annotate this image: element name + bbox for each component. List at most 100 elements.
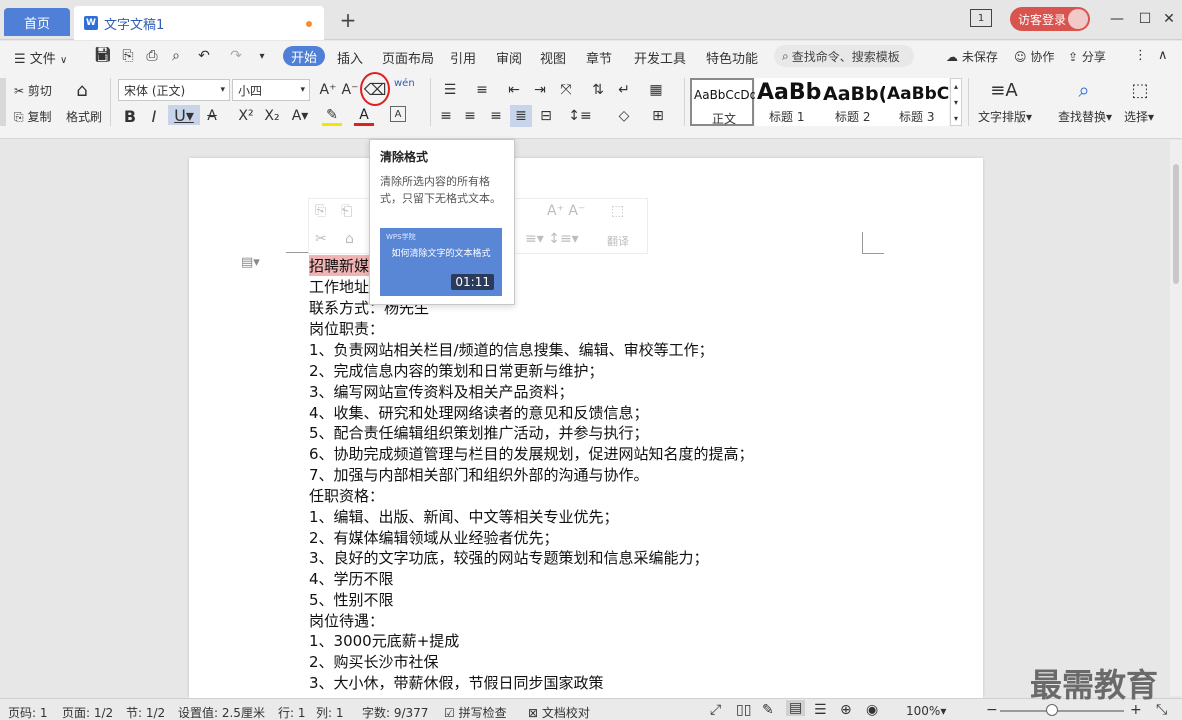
style-heading-1[interactable]: AaBb 标题 1 [755,78,821,126]
cut-button[interactable]: ✂ 剪切 [14,82,52,99]
status-section[interactable]: 节: 1/2 [126,704,165,720]
redo-icon[interactable]: ↷ [226,46,246,66]
web-view-icon[interactable]: ⊕ [840,702,852,718]
italic-icon[interactable]: I [144,106,164,126]
ribbon-scroll-left[interactable] [0,78,6,126]
new-tab-button[interactable]: + [336,8,360,32]
status-setting[interactable]: 设置值: 2.5厘米 [178,704,265,720]
doc-line[interactable]: 3、大小休，带薪休假，节假日同步国家政策 [309,672,604,693]
doc-line[interactable]: 3、编写网站宣传资料及相关产品资料； [309,381,574,402]
status-pages[interactable]: 页面: 1/2 [62,704,113,720]
font-name-select[interactable]: 宋体 (正文) ▾ [118,79,230,101]
tab-developer[interactable]: 开发工具 [634,48,686,67]
more-icon[interactable]: ⋮ [1134,48,1147,66]
sort-icon[interactable]: ⇅ [588,80,608,100]
text-layout-button[interactable]: 文字排版▾ [978,108,1032,125]
zoom-level[interactable]: 100%▾ [906,704,946,718]
increase-indent-icon[interactable]: ⇥ [530,80,550,100]
align-left-icon[interactable]: ≡ [436,106,456,126]
select-icon[interactable]: ⬚ [1130,80,1150,101]
align-icon[interactable]: ≡▾ ↕≡▾ [525,231,579,247]
tutorial-video-thumbnail[interactable]: WPS学院 如何清除文字的文本格式 01:11 [380,228,502,296]
copy-button[interactable]: ⎘ 复制 [14,108,51,125]
bullet-list-icon[interactable]: ☰ [440,80,460,100]
undo-icon[interactable]: ↶ [194,46,214,66]
tab-home[interactable]: 首页 [4,8,70,36]
command-search[interactable]: ⌕ 查找命令、搜索模板 [774,45,914,67]
decrease-font-icon[interactable]: A⁻ [340,80,360,100]
doc-line[interactable]: 招聘新媒 [309,255,370,276]
status-col[interactable]: 列: 1 [316,704,344,720]
increase-font-icon[interactable]: A⁺ A⁻ [547,203,585,219]
doc-line[interactable]: 2、购买长沙市社保 [309,651,439,672]
paragraph-menu-icon[interactable]: ▤▾ [241,255,260,270]
select-button[interactable]: 选择▾ [1124,108,1154,125]
tab-page-layout[interactable]: 页面布局 [382,48,434,67]
fullscreen-icon[interactable]: ⤢ [710,702,721,718]
doc-line[interactable]: 3、良好的文字功底，较强的网站专题策划和信息采编能力； [309,547,709,568]
read-mode-icon[interactable]: ▯▯ [736,702,751,718]
proofread-button[interactable]: ⊠ 文档校对 [528,704,590,720]
doc-line[interactable]: 6、协助完成频道管理与栏目的发展规划，促进网站知名度的提高； [309,443,754,464]
highlight-color-icon[interactable]: ✎ [322,106,342,126]
justify-icon[interactable]: ≣ [510,105,532,127]
doc-line[interactable]: 4、收集、研究和处理网络读者的意见和反馈信息； [309,402,649,423]
character-border-icon[interactable]: A [390,106,406,122]
doc-line[interactable]: 1、负责网站相关栏目/频道的信息搜集、编辑、审校等工作； [309,339,714,360]
zoom-out-icon[interactable]: − [986,702,998,718]
line-spacing-icon[interactable]: ↕≡ [568,106,591,126]
page-indicator-icon[interactable]: 1 [970,9,992,27]
doc-line[interactable]: 工作地址 [309,276,369,297]
format-painter-label[interactable]: 格式刷 [66,108,102,125]
decrease-indent-icon[interactable]: ⇤ [504,80,524,100]
print-preview-icon[interactable]: ⌕ [166,46,186,66]
login-button[interactable]: 访客登录 [1010,7,1090,31]
font-size-select[interactable]: 小四 ▾ [232,79,310,101]
numbered-list-icon[interactable]: ≡ [472,80,492,100]
scrollbar-thumb[interactable] [1173,164,1179,284]
tab-chapter[interactable]: 章节 [586,48,612,67]
translate-icon[interactable]: ⬚ [611,203,624,219]
align-right-icon[interactable]: ≡ [486,106,506,126]
translate-label[interactable]: 翻译 [607,233,629,249]
format-painter-icon[interactable]: ⌂ [72,80,92,101]
style-heading-2[interactable]: AaBb( 标题 2 [821,78,885,126]
vertical-scrollbar[interactable] [1170,140,1182,696]
table-tool-icon[interactable]: ▦ [646,80,666,100]
unsaved-status[interactable]: ☁ 未保存 [946,48,998,66]
align-center-icon[interactable]: ≡ [460,106,480,126]
print-icon[interactable]: ⎙ [142,46,162,66]
collab-button[interactable]: ☺ 协作 [1014,48,1054,66]
spell-check-button[interactable]: ☑ 拼写检查 [444,704,507,720]
file-menu[interactable]: ☰ 文件 ∨ [14,48,67,67]
find-icon[interactable]: ⌕ [1074,78,1094,102]
tab-special-features[interactable]: 特色功能 [706,48,758,67]
tab-references[interactable]: 引用 [450,48,476,67]
maximize-icon[interactable]: ☐ [1134,8,1156,30]
minimize-icon[interactable]: — [1106,8,1128,30]
show-marks-icon[interactable]: ↵ [614,80,634,100]
scissors-icon[interactable]: ✂ [315,231,327,247]
tab-document[interactable]: W 文字文稿1 [74,6,324,40]
doc-line[interactable]: 任职资格： [309,485,384,506]
style-heading-3[interactable]: AaBbC 标题 3 [885,78,949,126]
style-normal[interactable]: AaBbCcDd 正文 [690,78,757,126]
doc-line[interactable]: 5、性别不限 [309,589,394,610]
strikethrough-icon[interactable]: A [202,106,222,126]
page-view-icon[interactable]: ▤ [786,700,806,716]
tab-review[interactable]: 审阅 [496,48,522,67]
distribute-icon[interactable]: ⊟ [536,106,556,126]
tab-view[interactable]: 视图 [540,48,566,67]
chinese-layout-icon[interactable]: ⤧ [556,80,576,100]
find-replace-button[interactable]: 查找替换▾ [1058,108,1112,125]
doc-line[interactable]: 5、配合责任编辑组织策划推广活动，并参与执行； [309,422,649,443]
font-color-icon[interactable]: A [354,106,374,126]
subscript-icon[interactable]: X₂ [262,106,282,126]
format-painter-icon[interactable]: ⌂ [345,231,354,247]
collapse-ribbon-icon[interactable]: ∧ [1158,48,1168,66]
style-gallery-scroll[interactable]: ▴ ▾ ▾ [950,78,962,126]
doc-line[interactable]: 2、完成信息内容的策划和日常更新与维护； [309,360,604,381]
tab-start[interactable]: 开始 [283,46,325,66]
copy-icon[interactable]: ⎘ [315,203,326,219]
underline-icon[interactable]: U▾ [168,105,200,125]
